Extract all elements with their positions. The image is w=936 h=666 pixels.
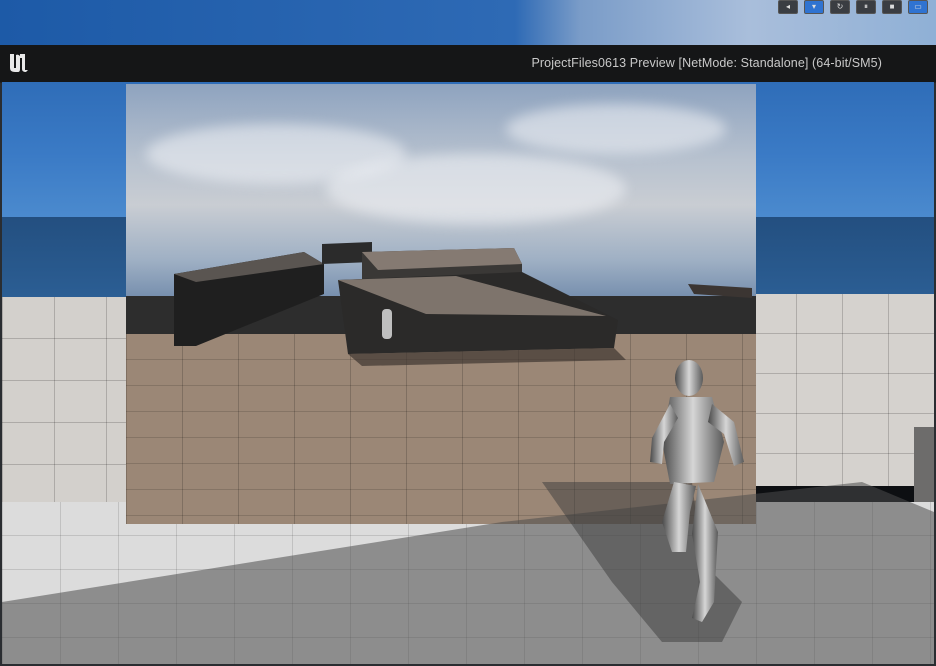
window-titlebar[interactable]: ProjectFiles0613 Preview [NetMode: Stand… [0, 45, 936, 83]
settings-icon[interactable]: ▾ [804, 0, 824, 14]
editor-toolbar: ◂ ▾ ↻ ⏸ ■ ▭ [778, 0, 928, 14]
character-leg-left [662, 482, 696, 552]
game-viewport[interactable] [2, 82, 934, 664]
stop-icon[interactable]: ■ [882, 0, 902, 14]
window-title: ProjectFiles0613 Preview [NetMode: Stand… [531, 56, 882, 70]
character-head [675, 360, 703, 396]
character-leg-right [692, 484, 718, 622]
player-character [650, 360, 744, 622]
restart-icon[interactable]: ↻ [830, 0, 850, 14]
pause-icon[interactable]: ⏸ [856, 0, 876, 14]
unreal-logo-icon [10, 54, 28, 72]
play-icon[interactable]: ◂ [778, 0, 798, 14]
window-icon[interactable]: ▭ [908, 0, 928, 14]
